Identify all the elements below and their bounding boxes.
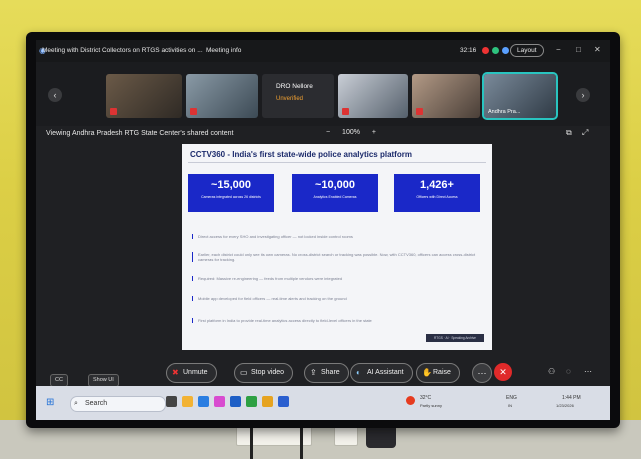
taskbar-search[interactable]: ⌕ Search bbox=[70, 396, 166, 412]
chevron-left-icon[interactable]: ‹ bbox=[48, 88, 62, 102]
shared-slide: CCTV360 - India's first state-wide polic… bbox=[182, 144, 492, 350]
slide-bullet: Required: Massive re-engineering — feeds… bbox=[192, 276, 483, 281]
slide-bullet: Earlier, each district could only see it… bbox=[192, 252, 483, 262]
chevron-right-icon[interactable]: › bbox=[576, 88, 590, 102]
participant-name: Andhra Pra... bbox=[488, 109, 521, 115]
ai-assistant-icon: ◐ bbox=[356, 368, 361, 377]
hand-icon: ✋ bbox=[422, 368, 432, 377]
layout-button[interactable]: Layout bbox=[510, 44, 544, 57]
start-icon[interactable]: ⊞ bbox=[46, 397, 54, 408]
language-region: IN bbox=[508, 403, 512, 408]
slide-bullet: Direct access for every SHO and investig… bbox=[192, 234, 483, 239]
slide-bullet: First platform in India to provide real-… bbox=[192, 318, 483, 323]
stop-video-button[interactable]: ▭ Stop video bbox=[234, 363, 294, 383]
participants-icon[interactable]: ⚇ bbox=[548, 367, 555, 376]
stat-value: 1,426+ bbox=[420, 179, 454, 191]
participant-tile-active-speaker[interactable]: Andhra Pra... bbox=[482, 72, 558, 120]
raise-label: Raise bbox=[433, 369, 451, 376]
unmute-button[interactable]: ✖ Unmute bbox=[166, 363, 217, 383]
store-icon[interactable] bbox=[230, 396, 241, 407]
participant-tile[interactable] bbox=[338, 74, 408, 118]
zoom-in-button[interactable]: + bbox=[372, 129, 376, 136]
viewing-share-label: Viewing Andhra Pradesh RTG State Center'… bbox=[46, 130, 234, 137]
mic-muted-icon: ✖ bbox=[172, 368, 179, 377]
slide-bullet: Mobile app developed for field officers … bbox=[192, 296, 483, 301]
more-options-button[interactable]: ··· bbox=[472, 363, 492, 383]
webex-icon[interactable] bbox=[278, 396, 289, 407]
close-icon[interactable]: ✕ bbox=[594, 45, 601, 54]
weather-temp: 32°C bbox=[420, 395, 432, 401]
meeting-timer: 32:16 bbox=[460, 47, 477, 54]
tv-screen: ◉ Meeting with District Collectors on RT… bbox=[36, 40, 610, 420]
participant-tile[interactable]: DRO Nellore Unverified bbox=[262, 74, 334, 118]
weather-desc: Partly sunny bbox=[420, 403, 443, 408]
slide-divider bbox=[188, 162, 486, 163]
ai-assistant-button[interactable]: ◐ AI Assistant bbox=[350, 363, 413, 383]
share-icon: ⇪ bbox=[310, 368, 317, 377]
muted-icon bbox=[342, 108, 349, 115]
copilot-icon[interactable] bbox=[214, 396, 225, 407]
participant-tile[interactable] bbox=[106, 74, 182, 118]
slide-footer-badge: RTGS · AI · Speaking Archive bbox=[426, 334, 484, 342]
unmute-label: Unmute bbox=[183, 369, 208, 376]
muted-icon bbox=[416, 108, 423, 115]
stat-value: ~15,000 bbox=[210, 179, 252, 191]
stat-card: 1,426+ Officers with Direct Access bbox=[394, 174, 480, 212]
meeting-titlebar: ◉ Meeting with District Collectors on RT… bbox=[36, 40, 610, 62]
ai-assistant-label: AI Assistant bbox=[367, 369, 404, 376]
participant-tile[interactable] bbox=[186, 74, 258, 118]
maximize-icon[interactable]: □ bbox=[576, 45, 581, 54]
meeting-info-button[interactable]: Meeting info bbox=[206, 47, 241, 54]
popout-icon[interactable]: ⧉ bbox=[566, 128, 572, 138]
participant-name: DRO Nellore bbox=[276, 83, 313, 90]
zoom-out-button[interactable]: − bbox=[326, 129, 330, 136]
stat-caption: Cameras integrated across 26 districts bbox=[201, 195, 261, 199]
stat-value: ~10,000 bbox=[314, 179, 356, 191]
weather-icon bbox=[406, 396, 415, 405]
stop-video-label: Stop video bbox=[251, 369, 285, 376]
more-panels-icon[interactable]: ⋯ bbox=[584, 367, 592, 376]
taskbar-time: 1:44 PM bbox=[562, 395, 581, 401]
language-indicator[interactable]: ENG bbox=[506, 395, 517, 401]
taskbar-date: 1/23/2026 bbox=[556, 403, 574, 408]
meeting-title: Meeting with District Collectors on RTGS… bbox=[42, 47, 203, 54]
record-icon bbox=[482, 47, 489, 54]
status-icon bbox=[502, 47, 509, 54]
raise-hand-button[interactable]: ✋ Raise bbox=[416, 363, 460, 383]
minimize-icon[interactable]: − bbox=[556, 45, 561, 54]
task-view-icon[interactable] bbox=[166, 396, 177, 407]
search-placeholder: Search bbox=[85, 400, 108, 407]
zoom-controls: − 100% + bbox=[321, 129, 381, 136]
participant-tile[interactable] bbox=[412, 74, 480, 118]
end-call-button[interactable]: ✕ bbox=[494, 363, 512, 381]
app-icon[interactable] bbox=[246, 396, 257, 407]
muted-icon bbox=[110, 108, 117, 115]
share-button[interactable]: ⇪ Share bbox=[304, 363, 349, 383]
search-icon: ⌕ bbox=[74, 400, 78, 407]
slide-title: CCTV360 - India's first state-wide polic… bbox=[190, 150, 412, 159]
muted-icon bbox=[190, 108, 197, 115]
unverified-badge: Unverified bbox=[276, 96, 304, 102]
zoom-level: 100% bbox=[342, 129, 360, 136]
stat-card: ~15,000 Cameras integrated across 26 dis… bbox=[188, 174, 274, 212]
windows-taskbar: ⊞ ⌕ Search 32°C Partly sunny ENG IN 1:44… bbox=[36, 386, 610, 420]
stat-caption: Officers with Direct Access bbox=[416, 195, 458, 199]
chrome-icon[interactable] bbox=[262, 396, 273, 407]
share-label: Share bbox=[321, 369, 340, 376]
chat-icon[interactable]: ◌ bbox=[566, 367, 571, 376]
edge-icon[interactable] bbox=[198, 396, 209, 407]
stat-card: ~10,000 Analytics Enabled Cameras bbox=[292, 174, 378, 212]
stat-caption: Analytics Enabled Cameras bbox=[313, 195, 357, 199]
camera-icon: ▭ bbox=[240, 368, 248, 377]
file-explorer-icon[interactable] bbox=[182, 396, 193, 407]
fullscreen-icon[interactable]: ⤢ bbox=[582, 128, 588, 138]
status-icon bbox=[492, 47, 499, 54]
